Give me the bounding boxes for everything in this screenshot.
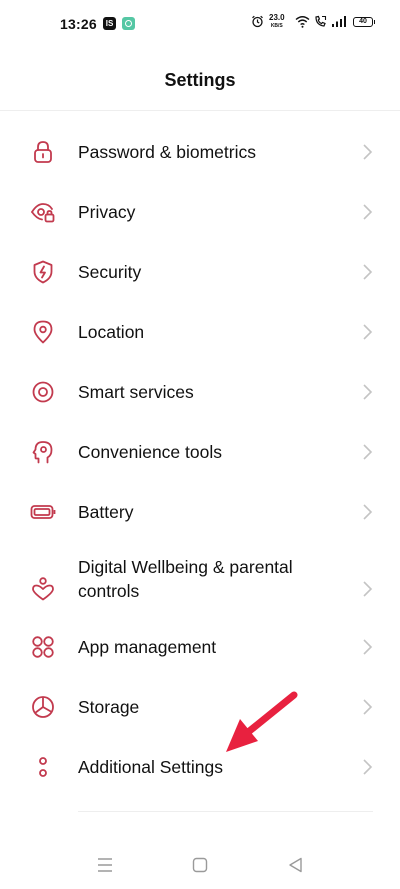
settings-item-privacy[interactable]: Privacy — [0, 182, 400, 242]
network-speed: 23.0 KB/S — [269, 14, 285, 30]
chevron-right-icon — [363, 324, 373, 340]
status-bar: 13:26 IS 23.0 KB/S 40 — [0, 0, 400, 48]
speed-value: 23.0 — [269, 13, 285, 22]
settings-item-label: Additional Settings — [78, 757, 223, 777]
pie-chart-icon — [30, 694, 56, 720]
settings-item-app-management[interactable]: App management — [0, 617, 400, 677]
settings-item-convenience-tools[interactable]: Convenience tools — [0, 422, 400, 482]
chevron-right-icon — [363, 639, 373, 655]
two-dots-icon — [30, 754, 56, 780]
settings-item-label: Security — [78, 262, 142, 282]
head-gear-icon — [30, 439, 56, 465]
navigation-bar — [0, 840, 400, 889]
status-time: 13:26 — [60, 16, 97, 32]
heart-person-icon — [30, 576, 56, 602]
battery-icon — [30, 499, 56, 525]
settings-item-label: App management — [78, 637, 217, 657]
settings-item-label: Battery — [78, 502, 134, 522]
speed-unit: KB/S — [270, 23, 283, 29]
chevron-right-icon — [363, 699, 373, 715]
alarm-icon — [252, 15, 263, 28]
chevron-right-icon — [363, 444, 373, 460]
location-pin-icon — [30, 319, 56, 345]
chevron-right-icon — [363, 384, 373, 400]
app-grid-icon — [30, 634, 56, 660]
notification-app-icon: IS — [103, 17, 116, 30]
page-title: Settings — [164, 70, 236, 90]
chevron-right-icon — [363, 581, 373, 597]
chevron-right-icon — [363, 144, 373, 160]
lock-icon — [30, 139, 56, 165]
chevron-right-icon — [363, 264, 373, 280]
target-circle-icon — [30, 379, 56, 405]
settings-item-smart-services[interactable]: Smart services — [0, 362, 400, 422]
chevron-right-icon — [363, 504, 373, 520]
chevron-right-icon — [363, 204, 373, 220]
call-icon — [315, 15, 327, 27]
settings-item-label: Storage — [78, 697, 140, 717]
settings-item-battery[interactable]: Battery — [0, 482, 400, 542]
settings-item-label-line2: controls — [78, 581, 140, 601]
chevron-right-icon — [363, 759, 373, 775]
settings-item-label-line1: Digital Wellbeing & parental — [78, 557, 293, 577]
settings-item-label: Location — [78, 322, 145, 342]
settings-item-storage[interactable]: Storage — [0, 677, 400, 737]
home-icon[interactable] — [190, 856, 210, 874]
notification-camera-icon — [122, 17, 135, 30]
battery-indicator: 40 — [353, 17, 375, 27]
settings-item-label: Convenience tools — [78, 442, 222, 462]
menu-icon[interactable] — [95, 856, 115, 874]
settings-item-additional-settings[interactable]: Additional Settings — [0, 737, 400, 797]
shield-bolt-icon — [30, 259, 56, 285]
settings-item-security[interactable]: Security — [0, 242, 400, 302]
list-bottom-divider — [78, 811, 373, 812]
privacy-eye-icon — [30, 199, 56, 225]
back-icon[interactable] — [286, 856, 306, 874]
settings-item-location[interactable]: Location — [0, 302, 400, 362]
settings-item-label: Smart services — [78, 382, 194, 402]
settings-item-label: Password & biometrics — [78, 142, 256, 162]
header-divider — [0, 110, 400, 111]
wifi-icon — [295, 16, 310, 28]
settings-item-password-biometrics[interactable]: Password & biometrics — [0, 122, 400, 182]
signal-icon — [332, 16, 346, 27]
settings-item-label: Privacy — [78, 202, 136, 222]
